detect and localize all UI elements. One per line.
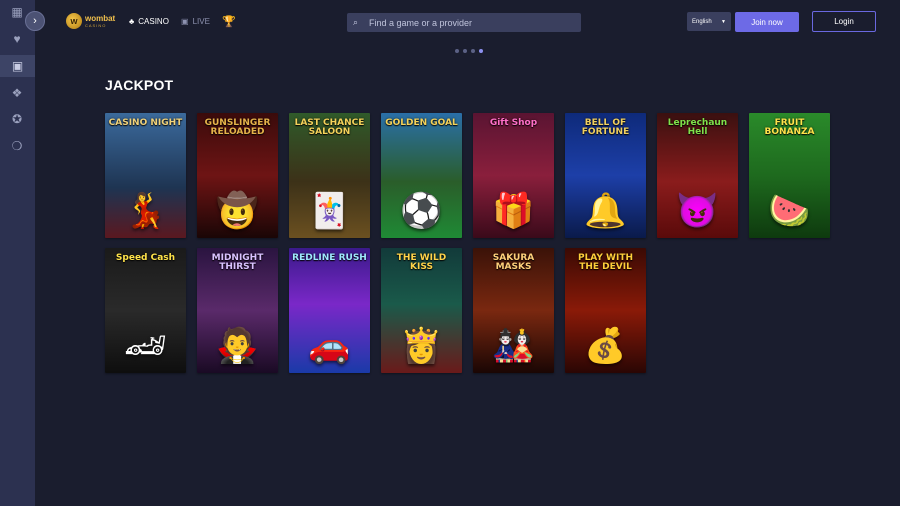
game-title: Speed Cash: [115, 253, 176, 263]
game-artwork: 💃: [124, 192, 167, 230]
game-artwork: 🤠: [216, 192, 259, 230]
game-title: BELL OF FORTUNE: [581, 118, 630, 138]
nav-live[interactable]: ▣ LIVE: [181, 17, 210, 26]
game-tile[interactable]: FRUIT BONANZA 🍉: [749, 113, 830, 238]
game-tile[interactable]: BELL OF FORTUNE 🔔: [565, 113, 646, 238]
game-title: GUNSLINGER RELOADED: [204, 118, 271, 138]
carousel-dots: [455, 49, 483, 53]
game-artwork: 🍉: [768, 192, 811, 230]
game-title: LAST CHANCE SALOON: [294, 118, 365, 138]
login-button[interactable]: Login: [812, 11, 876, 32]
game-title: Leprechaun Hell: [667, 118, 728, 138]
game-tile[interactable]: PLAY WITH THE DEVIL 💰: [565, 248, 646, 373]
heart-icon[interactable]: ♥: [9, 31, 25, 47]
game-tile[interactable]: REDLINE RUSH 🚗: [289, 248, 370, 373]
poker-chip-icon[interactable]: ✪: [9, 111, 25, 127]
game-tile[interactable]: Speed Cash 🏎: [105, 248, 186, 373]
game-title: GOLDEN GOAL: [385, 118, 458, 128]
carousel-dot-active[interactable]: [479, 49, 483, 53]
nav-casino[interactable]: ♣ CASINO: [129, 17, 169, 26]
game-tile[interactable]: THE WILD KISS 👸: [381, 248, 462, 373]
nav-casino-label: CASINO: [138, 17, 169, 26]
carousel-dot[interactable]: [455, 49, 459, 53]
game-title: Gift Shop: [489, 118, 538, 128]
game-title: MIDNIGHT THIRST: [211, 253, 264, 273]
logo-name: wombat: [85, 13, 116, 23]
search-bar[interactable]: ⌕: [347, 13, 581, 32]
game-tile[interactable]: Leprechaun Hell 😈: [657, 113, 738, 238]
game-tile[interactable]: GUNSLINGER RELOADED 🤠: [197, 113, 278, 238]
game-artwork: 🧛: [216, 327, 259, 365]
game-artwork: ⚽: [400, 192, 443, 230]
section-title: JACKPOT: [105, 77, 174, 93]
game-title: CASINO NIGHT: [108, 118, 183, 128]
game-tile[interactable]: Gift Shop 🎁: [473, 113, 554, 238]
grid-icon[interactable]: ▦: [9, 4, 25, 20]
game-artwork: 😈: [676, 192, 719, 230]
game-artwork: 🚗: [308, 327, 351, 365]
search-input[interactable]: [367, 16, 571, 29]
game-tile[interactable]: MIDNIGHT THIRST 🧛: [197, 248, 278, 373]
trophy-icon[interactable]: 🏆: [222, 15, 236, 28]
game-tile[interactable]: LAST CHANCE SALOON 🃏: [289, 113, 370, 238]
language-select[interactable]: English ▼: [687, 12, 731, 31]
gift-icon[interactable]: ❖: [9, 85, 25, 101]
game-grid: CASINO NIGHT 💃 GUNSLINGER RELOADED 🤠 LAST CH…: [105, 113, 830, 373]
caret-down-icon: ▼: [721, 18, 726, 25]
game-title: SAKURA MASKS: [492, 253, 535, 273]
game-title: FRUIT BONANZA: [764, 118, 815, 138]
game-artwork: 🃏: [308, 192, 351, 230]
carousel-dot[interactable]: [463, 49, 467, 53]
carousel-dot[interactable]: [471, 49, 475, 53]
chat-icon[interactable]: ❍: [9, 138, 25, 154]
game-title: PLAY WITH THE DEVIL: [577, 253, 634, 273]
search-icon: ⌕: [353, 17, 359, 27]
game-title: REDLINE RUSH: [292, 253, 367, 263]
join-now-button[interactable]: Join now: [735, 12, 799, 32]
logo[interactable]: w wombat CASINO: [66, 13, 115, 29]
nav-live-label: LIVE: [192, 17, 210, 26]
game-title: THE WILD KISS: [396, 253, 447, 273]
sidebar-expand-button[interactable]: ›: [25, 11, 45, 31]
live-icon: ▣: [181, 17, 189, 26]
wombat-logo-icon: w: [66, 13, 82, 29]
game-tile[interactable]: SAKURA MASKS 🎎: [473, 248, 554, 373]
game-tile[interactable]: GOLDEN GOAL ⚽: [381, 113, 462, 238]
clubs-icon: ♣: [129, 17, 135, 26]
logo-subtitle: CASINO: [85, 22, 107, 28]
game-artwork: 🎁: [492, 192, 535, 230]
game-artwork: 💰: [584, 327, 627, 365]
game-artwork: 🔔: [584, 192, 627, 230]
game-artwork: 🎎: [492, 327, 535, 365]
top-bar: w wombat CASINO ♣ CASINO ▣ LIVE 🏆 ⌕ Engl…: [35, 0, 900, 44]
chevron-right-icon: ›: [33, 15, 37, 27]
language-value: English: [692, 18, 712, 25]
game-artwork: 🏎: [123, 327, 168, 365]
sidebar: ▦ ♥ ▣ ❖ ✪ ❍: [0, 0, 35, 506]
game-artwork: 👸: [400, 327, 443, 365]
game-tile[interactable]: CASINO NIGHT 💃: [105, 113, 186, 238]
slot-machine-icon[interactable]: ▣: [0, 55, 35, 77]
